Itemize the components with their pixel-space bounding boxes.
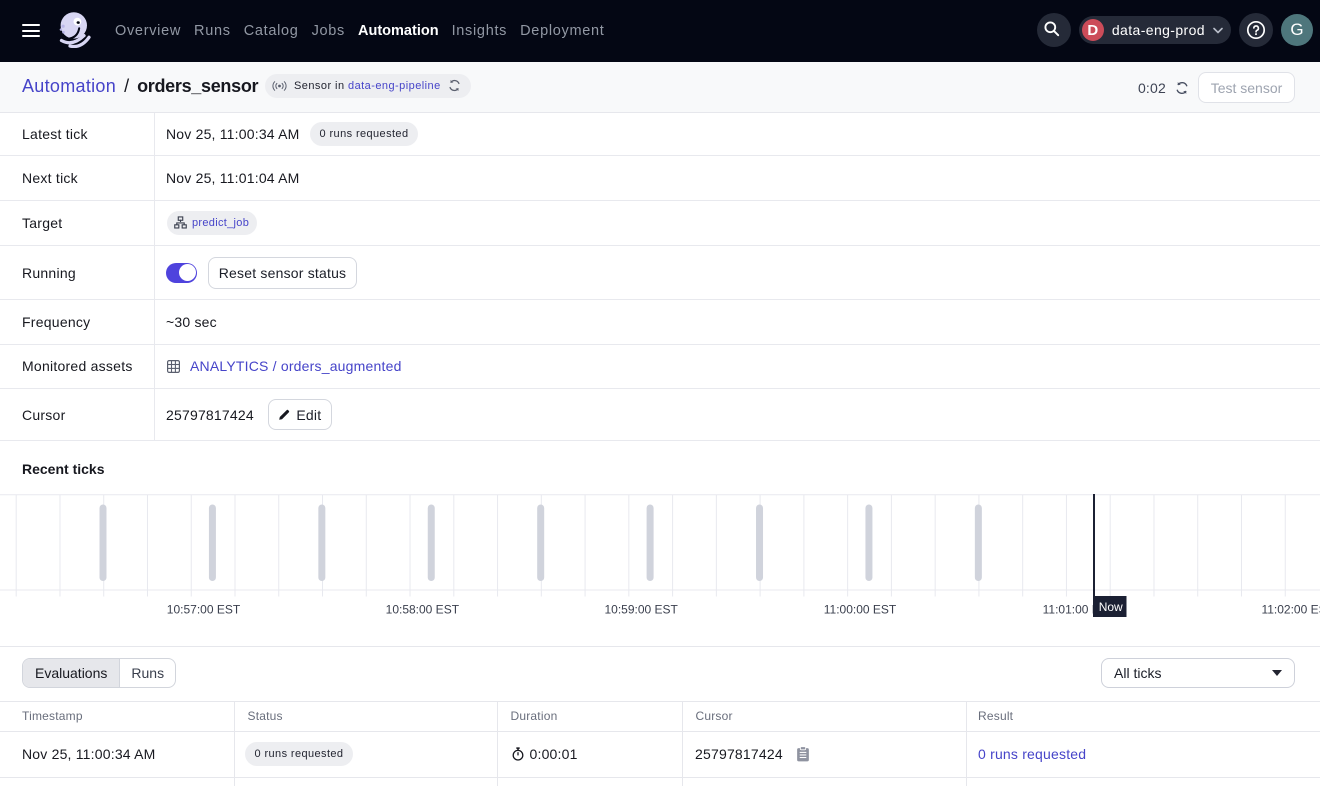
svg-text:10:57:00 EST: 10:57:00 EST — [167, 603, 241, 617]
svg-text:10:58:00 EST: 10:58:00 EST — [386, 603, 460, 617]
svg-text:Now: Now — [1099, 600, 1123, 614]
svg-text:10:59:00 EST: 10:59:00 EST — [604, 603, 678, 617]
svg-text:11:02:00 EST: 11:02:00 EST — [1261, 603, 1320, 617]
svg-text:11:00:00 EST: 11:00:00 EST — [824, 603, 897, 617]
